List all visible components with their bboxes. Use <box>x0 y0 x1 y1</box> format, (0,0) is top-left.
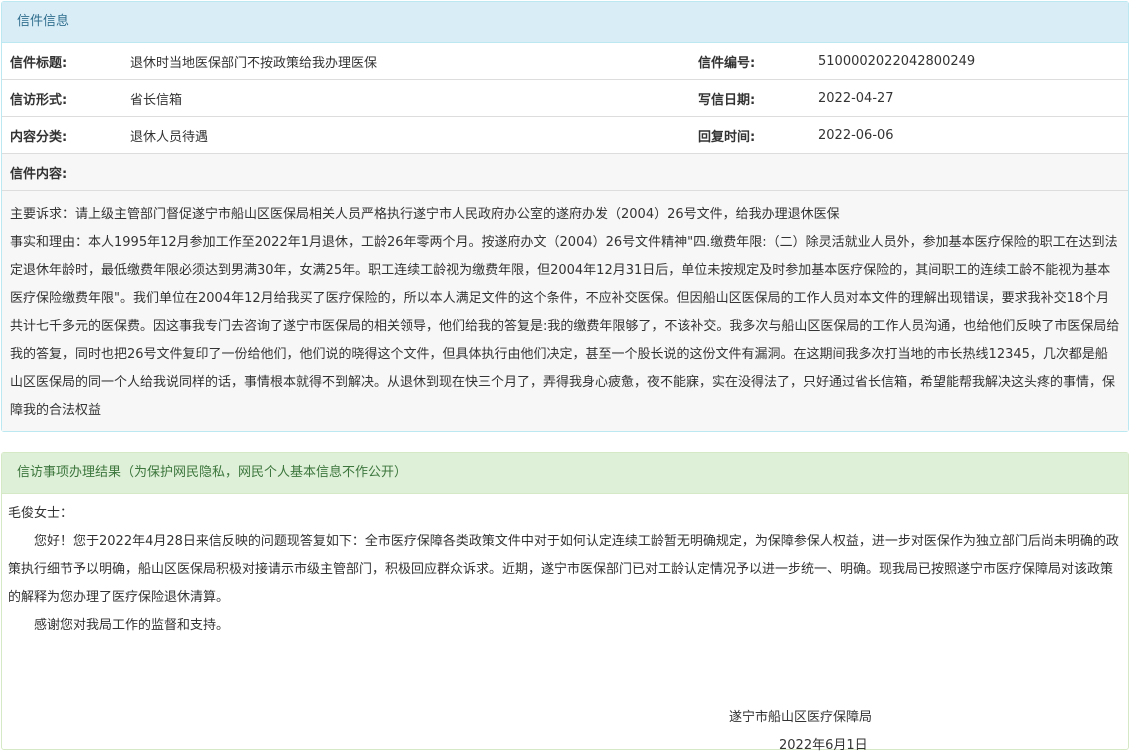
reply-heading: 信访事项办理结果（为保护网民隐私，网民个人基本信息不作公开） <box>2 453 1128 494</box>
letter-number-value: 5100002022042800249 <box>818 43 1128 80</box>
reply-panel: 信访事项办理结果（为保护网民隐私，网民个人基本信息不作公开） 毛俊女士： 您好！… <box>1 452 1129 750</box>
letter-number-label: 信件编号: <box>690 43 818 80</box>
letter-content-demand: 主要诉求：请上级主管部门督促遂宁市船山区医保局相关人员严格执行遂宁市人民政府办公… <box>10 207 840 222</box>
table-row: 信件标题: 退休时当地医保部门不按政策给我办理医保 信件编号: 51000020… <box>2 43 1128 80</box>
letter-info-table: 信件标题: 退休时当地医保部门不按政策给我办理医保 信件编号: 51000020… <box>2 43 1128 191</box>
letter-content-label: 信件内容: <box>2 153 1128 191</box>
letter-form-value: 省长信箱 <box>130 79 690 117</box>
letter-info-heading: 信件信息 <box>2 2 1128 43</box>
letter-title-label: 信件标题: <box>2 43 130 80</box>
letter-info-panel: 信件信息 信件标题: 退休时当地医保部门不按政策给我办理医保 信件编号: 510… <box>1 1 1129 432</box>
reply-salutation: 毛俊女士： <box>8 506 74 521</box>
letter-category-value: 退休人员待遇 <box>130 116 690 154</box>
reply-thanks: 感谢您对我局工作的监督和支持。 <box>34 618 230 633</box>
letter-title-value: 退休时当地医保部门不按政策给我办理医保 <box>130 43 690 80</box>
letter-content-facts: 事实和理由：本人1995年12月参加工作至2022年1月退休，工龄26年零两个月… <box>10 235 1120 418</box>
letter-date-value: 2022-04-27 <box>818 79 1128 117</box>
table-row: 信访形式: 省长信箱 写信日期: 2022-04-27 <box>2 79 1128 117</box>
letter-content: 主要诉求：请上级主管部门督促遂宁市船山区医保局相关人员严格执行遂宁市人民政府办公… <box>2 191 1128 431</box>
reply-body: 毛俊女士： 您好！您于2022年4月28日来信反映的问题现答复如下：全市医疗保障… <box>2 494 1128 640</box>
reply-signature: 遂宁市船山区医疗保障局 <box>729 710 873 725</box>
letter-date-label: 写信日期: <box>690 79 818 117</box>
reply-time-label: 回复时间: <box>690 116 818 154</box>
table-row: 信件内容: <box>2 153 1128 191</box>
letter-category-label: 内容分类: <box>2 116 130 154</box>
table-row: 内容分类: 退休人员待遇 回复时间: 2022-06-06 <box>2 116 1128 154</box>
letter-form-label: 信访形式: <box>2 79 130 117</box>
reply-time-value: 2022-06-06 <box>818 116 1128 154</box>
reply-paragraph: 您好！您于2022年4月28日来信反映的问题现答复如下：全市医疗保障各类政策文件… <box>8 534 1119 605</box>
reply-sign-date: 2022年6月1日 <box>779 738 868 753</box>
